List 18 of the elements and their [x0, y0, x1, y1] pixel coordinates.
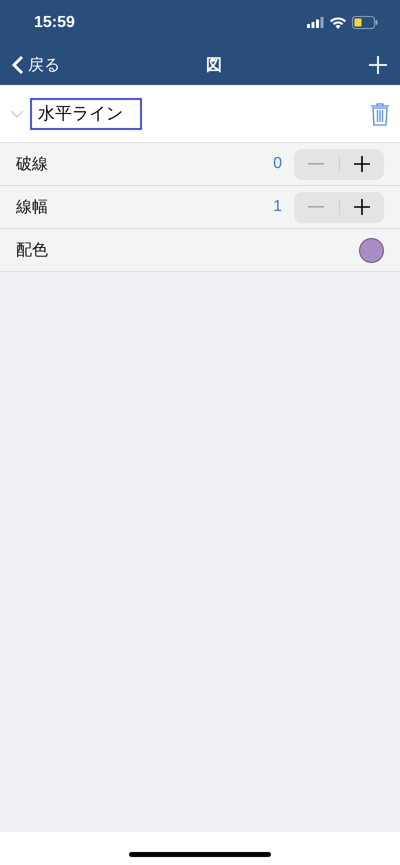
add-icon[interactable]	[368, 55, 388, 75]
property-label: 線幅	[16, 196, 49, 218]
trash-icon[interactable]	[370, 102, 390, 126]
chevron-left-icon	[12, 55, 24, 75]
signal-icon	[307, 17, 324, 28]
property-label: 配色	[16, 240, 49, 260]
property-label: 破線	[16, 154, 49, 174]
stepper[interactable]	[294, 192, 384, 222]
wifi-icon	[330, 16, 346, 28]
status-time: 15:59	[34, 14, 75, 32]
color-swatch[interactable]	[359, 238, 384, 262]
name-field[interactable]: 水平ライン	[30, 98, 142, 130]
back-button[interactable]: 戻る	[12, 54, 60, 76]
property-value: 1	[273, 198, 282, 216]
property-value: 0	[273, 155, 282, 173]
battery-icon	[352, 16, 378, 29]
nav-title: 図	[206, 54, 222, 76]
stepper[interactable]	[294, 148, 384, 180]
